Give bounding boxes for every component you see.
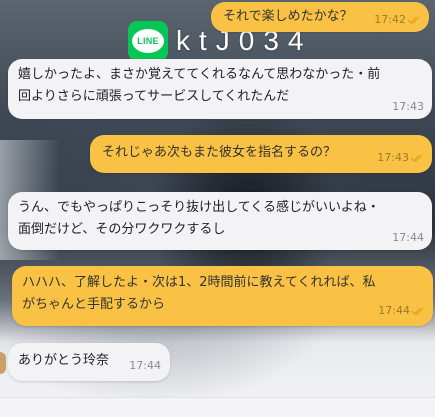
line-logo-icon: LINE [128,21,168,61]
double-check-icon [410,154,423,162]
message-time: 17:43 [377,151,409,164]
message-bubble-sent[interactable]: ハハハ、了解したよ・次は1、2時間前に教えてくれれば、私がちゃんと手配するから … [12,266,433,326]
chat-bottom-area [0,397,435,417]
double-check-icon [411,307,424,315]
line-logo-text: LINE [132,29,164,53]
message-time: 17:44 [378,304,410,317]
message-time: 17:43 [392,100,424,113]
message-bubble-sent[interactable]: それじゃあ次もまた彼女を指名するの？ 17:43 [90,135,432,173]
message-bubble-sent[interactable]: それで楽しめたかな？ 17:42 [211,2,429,32]
message-time: 17:44 [392,231,424,244]
message-text: それで楽しめたかな？ [223,9,353,24]
message-bubble-received[interactable]: 嬉しかったよ、まさか覚えててくれるなんて思わなかった・前回よりさらに頑張ってサー… [8,59,432,119]
avatar [0,352,6,374]
message-text: ハハハ、了解したよ・次は1、2時間前に教えてくれれば、私がちゃんと手配するから [22,275,376,312]
message-time: 17:44 [129,359,161,372]
message-text: ありがとう玲奈 [18,353,110,368]
message-bubble-received[interactable]: うん、でもやっぱりこっそり抜け出してくる感じがいいよね・面倒だけど、その分ワクワ… [8,192,432,250]
message-text: それじゃあ次もまた彼女を指名するの？ [102,145,337,160]
double-check-icon [407,16,420,24]
message-bubble-received[interactable]: ありがとう玲奈 17:44 [8,343,170,381]
message-text: うん、でもやっぱりこっそり抜け出してくる感じがいいよね・面倒だけど、その分ワクワ… [18,200,380,237]
message-text: 嬉しかったよ、まさか覚えててくれるなんて思わなかった・前回よりさらに頑張ってサー… [18,67,381,104]
message-time: 17:42 [374,13,406,26]
